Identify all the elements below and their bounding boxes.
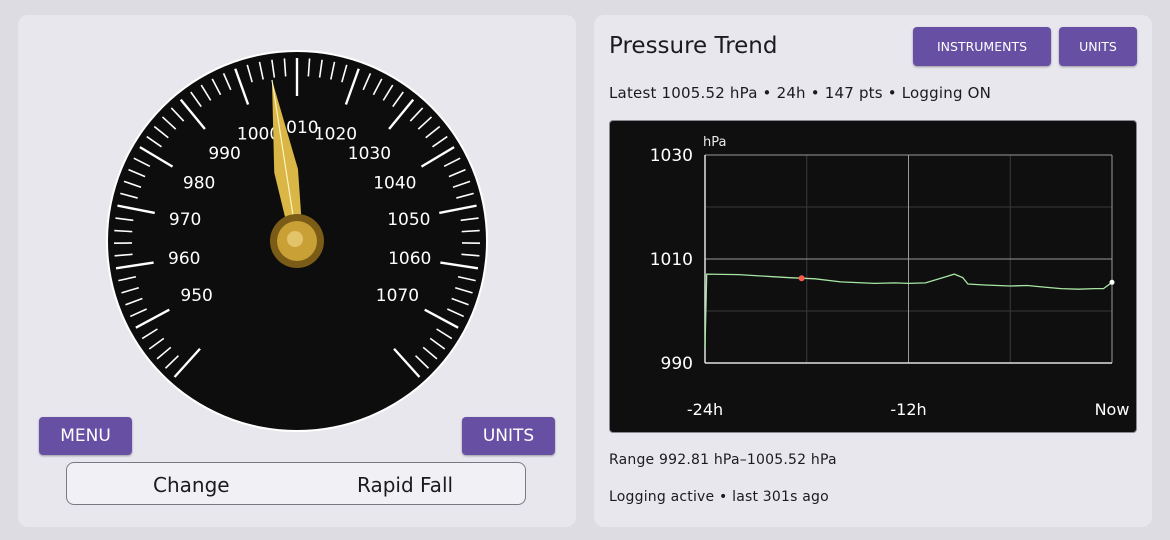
marker-point <box>798 275 805 282</box>
barometer-panel: 950 960 970 980 990 1000 1010 1020 1030 1040 1050 1… <box>18 15 576 527</box>
menu-button[interactable]: MENU <box>39 417 132 455</box>
gauge-label: 1020 <box>314 125 357 145</box>
gauge-label: 960 <box>168 249 200 269</box>
gauge-label: 980 <box>183 174 215 194</box>
gauge-label: 970 <box>169 210 201 230</box>
latest-point <box>1109 279 1115 285</box>
trend-title: Pressure Trend <box>609 33 778 59</box>
trend-chart: hPa 1030 1010 990 -24h -12h Now <box>609 120 1137 433</box>
gauge-label: 1030 <box>348 144 391 164</box>
pressure-trend-panel: Pressure Trend INSTRUMENTS UNITS Latest … <box>594 15 1152 527</box>
x-tick-label: -12h <box>890 400 926 419</box>
x-tick-label: Now <box>1095 400 1130 419</box>
gauge-label: 1070 <box>376 286 419 306</box>
gauge-label: 950 <box>180 286 212 306</box>
hub-highlight <box>287 231 303 247</box>
barometer-gauge: 9509609709809901000101010201030104010501… <box>106 50 488 432</box>
change-indicator: Change Rapid Fall <box>66 462 526 505</box>
trend-chart-svg: hPa 1030 1010 990 -24h -12h Now <box>650 135 1130 419</box>
gauge-label: 1040 <box>373 174 416 194</box>
minor-tick <box>461 229 480 233</box>
logging-status: Logging active • last 301s ago <box>609 489 829 505</box>
y-tick-label: 990 <box>661 354 693 374</box>
y-tick-label: 1010 <box>650 250 693 270</box>
change-value: Rapid Fall <box>357 473 454 497</box>
units-button[interactable]: UNITS <box>462 417 555 455</box>
latest-reading: Latest 1005.52 hPa • 24h • 147 pts • Log… <box>609 84 992 102</box>
y-axis-unit-label: hPa <box>703 135 726 150</box>
y-tick-label: 1030 <box>650 146 693 166</box>
minor-tick <box>114 229 133 233</box>
gauge-label: 1060 <box>388 249 431 269</box>
range-readout: Range 992.81 hPa–1005.52 hPa <box>609 452 837 468</box>
gauge-label: 1050 <box>387 210 430 230</box>
x-tick-label: -24h <box>687 400 723 419</box>
instruments-button[interactable]: INSTRUMENTS <box>913 27 1051 66</box>
change-label: Change <box>153 473 230 497</box>
gauge-label: 990 <box>208 144 240 164</box>
trend-units-button[interactable]: UNITS <box>1059 27 1137 66</box>
